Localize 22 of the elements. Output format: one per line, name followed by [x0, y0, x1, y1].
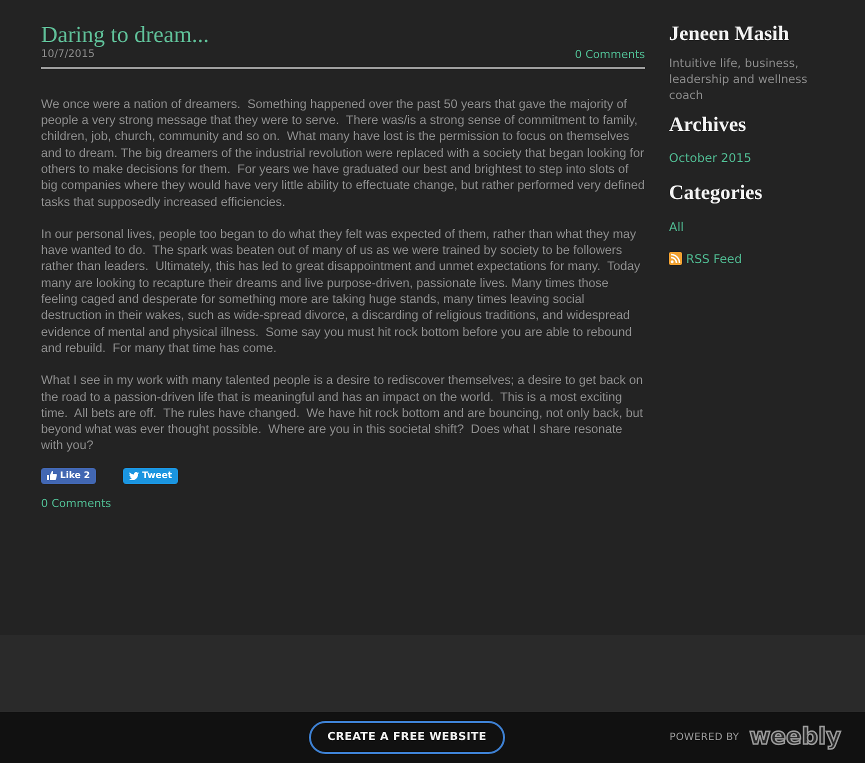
rss-feed-link[interactable]: RSS Feed [686, 250, 742, 268]
bird-icon [129, 472, 140, 480]
tweet-button[interactable]: Tweet [123, 468, 178, 484]
paragraph: In our personal lives, people too began to do what they felt was expected of them, rather than what they may have wanted to do. The spark was beaten out of many of us as we were trained by society to be followers rather than leaders. Ultimately, this has led to great disappointment and unmet expectations for many. Today many are looking to recapture their dreams and live purpose-driven, passionate lives. Many times those feeling caged and desperate for something more are taking huge stands, many times leaving social destruction in their wakes, such as wide-spread divorce, a discarding of religious traditions, and widespread evidence of mental and physical illness. Some say you must hit rock bottom before you are able to rebound and rebuild. For many that time has come. [41, 226, 642, 356]
brand-logo: weebly [749, 726, 841, 749]
rss-icon [669, 252, 682, 266]
post-title: Daring to dream... [41, 22, 210, 48]
sidebar-link[interactable]: All [669, 220, 684, 234]
section-heading: Categories [669, 181, 764, 206]
create-website-button[interactable]: CREATE A FREE WEBSITE [309, 721, 505, 754]
powered-by-label: POWERED BY [670, 731, 740, 745]
paragraph: What I see in my work with many talented people is a desire to rediscover themselves; a desire to get back on the road to a passion-driven life that is meaningful and has an impact on the world. This is a most exciting time. All bets are off. The rules have changed. We have hit rock bottom and are bouncing, not only back, but beyond what was ever thought possible. Where are you in this societal shift? Does what I share resonate with you? [41, 372, 644, 454]
section-heading: Archives [669, 112, 748, 138]
sidebar-link[interactable]: October 2015 [669, 151, 752, 166]
comments-link[interactable]: 0 Comments [574, 47, 645, 64]
paragraph: We once were a nation of dreamers. Something happened over the past 50 years that gave the majority of people a very strong message that they were to serve. There was/is a strong sense of commitment to family, children, job, church, community and so on. What many have lost is the permission to focus on themselves and to dream. The big dreamers of the industrial revolution were replaced with a society that began looking for others to make decisions for them. For years we have graduated our best and brightest to step into slots of big companies where they would have very little ability to effectuate change, but rather performed very defined tasks that supposedly increased efficiencies. [41, 96, 645, 210]
comments-link[interactable]: 0 Comments [41, 496, 112, 510]
post-date: 10/7/2015 [41, 47, 95, 62]
like-button[interactable]: Like 2 [41, 468, 96, 484]
author-name: Jeneen Masih [669, 22, 790, 47]
thumbs-up-icon [47, 471, 57, 480]
tagline: Intuitive life, business, leadership and wellness coach [669, 54, 808, 103]
